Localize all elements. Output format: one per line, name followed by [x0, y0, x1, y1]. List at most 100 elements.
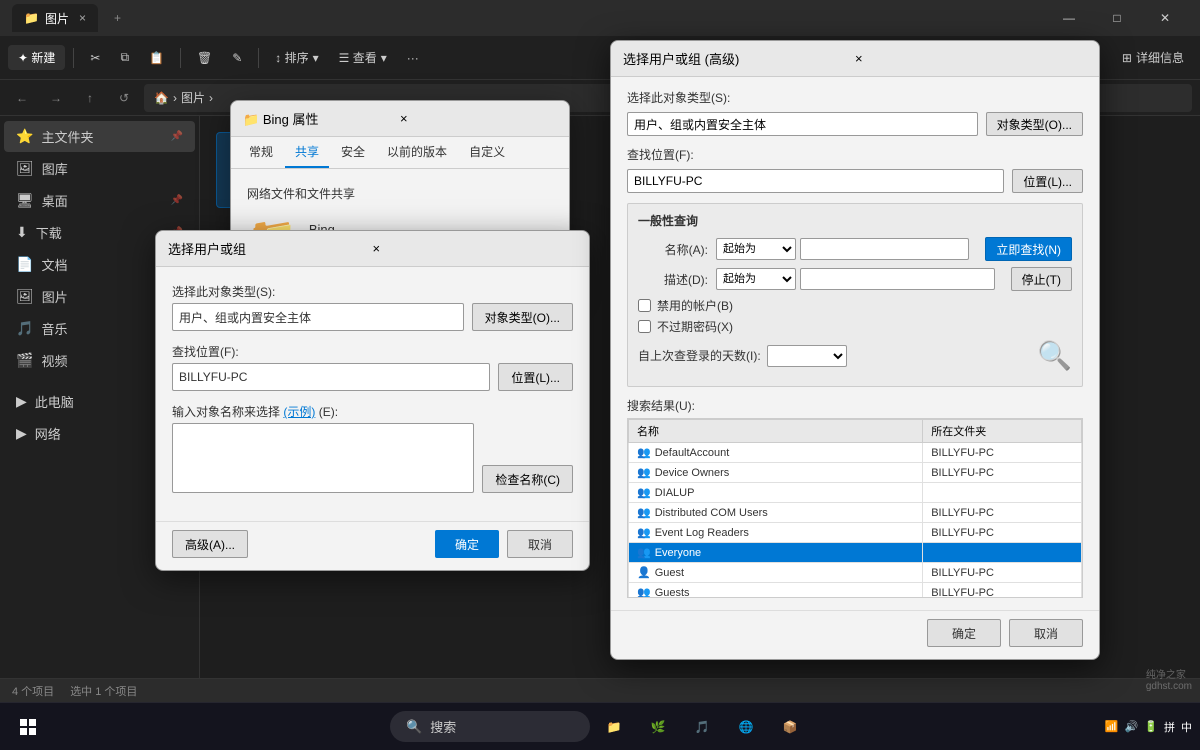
- adv-body: 选择此对象类型(S): 对象类型(O)... 查找位置(F): 位置(L)...…: [611, 77, 1099, 610]
- adv-name-label: 名称(A):: [638, 241, 708, 258]
- row-icon: 👤: [637, 567, 651, 579]
- results-table: 名称 所在文件夹 👥DefaultAccount BILLYFU-PC 👥Dev…: [628, 419, 1082, 598]
- obj-type-split: 对象类型(O)...: [172, 303, 573, 331]
- ime-indicator: 中: [1181, 719, 1192, 735]
- bing-props-tabs: 常规 共享 安全 以前的版本 自定义: [231, 137, 569, 169]
- adv-location-btn[interactable]: 位置(L)...: [1012, 169, 1083, 193]
- enter-name-row: 输入对象名称来选择 (示例) (E): 检查名称(C): [172, 403, 573, 493]
- table-row[interactable]: 👤Guest BILLYFU-PC: [629, 563, 1082, 583]
- su-ok-btn[interactable]: 确定: [435, 530, 499, 558]
- col-name: 名称: [629, 420, 923, 443]
- select-user-title: 选择用户或组: [168, 239, 373, 258]
- table-row[interactable]: 👥Everyone: [629, 543, 1082, 563]
- days-label: 自上次查登录的天数(I):: [638, 347, 761, 364]
- taskbar-app-explorer[interactable]: 📁: [594, 707, 634, 747]
- location-split: 位置(L)...: [172, 363, 573, 391]
- location-row: 查找位置(F): 位置(L)...: [172, 343, 573, 391]
- adv-name-input[interactable]: [800, 238, 969, 260]
- select-user-body: 选择此对象类型(S): 对象类型(O)... 查找位置(F): 位置(L)...…: [156, 267, 589, 521]
- enter-name-textarea[interactable]: [172, 423, 474, 493]
- table-row[interactable]: 👥DIALUP: [629, 483, 1082, 503]
- taskbar-right: 📶 🔊 🔋 拼 中: [1105, 719, 1192, 735]
- adv-location-row: 位置(L)...: [627, 169, 1083, 193]
- obj-type-label: 选择此对象类型(S):: [172, 283, 573, 300]
- dialog-overlay: 📁 Bing 属性 × 常规 共享 安全 以前的版本 自定义 网络文件和文件共享…: [0, 0, 1200, 702]
- select-user-footer: 高级(A)... 确定 取消: [156, 521, 589, 570]
- advanced-btn[interactable]: 高级(A)...: [172, 530, 248, 558]
- adv-name-filter[interactable]: 起始为 包含: [716, 238, 796, 260]
- noexpiry-checkbox[interactable]: [638, 320, 651, 333]
- adv-location-input[interactable]: [627, 169, 1004, 193]
- select-user-close-btn[interactable]: ×: [373, 241, 578, 256]
- row-icon: 👥: [637, 467, 651, 479]
- row-icon: 👥: [637, 507, 651, 519]
- search-placeholder: 搜索: [430, 717, 456, 736]
- adv-name-filter-row: 起始为 包含: [716, 238, 969, 260]
- obj-type-btn[interactable]: 对象类型(O)...: [472, 303, 573, 331]
- adv-desc-input[interactable]: [800, 268, 995, 290]
- location-label: 查找位置(F):: [172, 343, 573, 360]
- example-link[interactable]: (示例): [283, 405, 315, 419]
- adv-dialog-titlebar: 选择用户或组 (高级) ×: [611, 41, 1099, 77]
- enter-name-split: 检查名称(C): [172, 423, 573, 493]
- adv-desc-row: 描述(D): 起始为 包含 停止(T): [638, 267, 1072, 291]
- taskbar-app-4[interactable]: 📦: [770, 707, 810, 747]
- sharing-section-title: 网络文件和文件共享: [247, 185, 553, 202]
- tab-custom[interactable]: 自定义: [459, 137, 515, 168]
- adv-obj-type-btn[interactable]: 对象类型(O)...: [986, 112, 1083, 136]
- su-cancel-btn[interactable]: 取消: [507, 530, 573, 558]
- location-input[interactable]: [172, 363, 490, 391]
- adv-desc-filter[interactable]: 起始为 包含: [716, 268, 796, 290]
- adv-desc-filter-row: 起始为 包含: [716, 268, 995, 290]
- search-icon: 🔍: [406, 719, 422, 735]
- disabled-checkbox[interactable]: [638, 299, 651, 312]
- adv-location-label: 查找位置(F):: [627, 146, 1083, 163]
- bing-props-title: 📁 Bing 属性: [243, 109, 400, 128]
- volume-tray-icon: 🔊: [1125, 720, 1139, 733]
- adv-days-row: 自上次查登录的天数(I): 🔍: [638, 339, 1072, 372]
- table-row[interactable]: 👥Distributed COM Users BILLYFU-PC: [629, 503, 1082, 523]
- adv-select-dialog: 选择用户或组 (高级) × 选择此对象类型(S): 对象类型(O)... 查找位…: [610, 40, 1100, 660]
- tab-general[interactable]: 常规: [239, 137, 283, 168]
- row-icon: 👥: [637, 447, 651, 459]
- tab-previous[interactable]: 以前的版本: [377, 137, 457, 168]
- search-anim-icon: 🔍: [1037, 340, 1072, 371]
- tab-sharing[interactable]: 共享: [285, 137, 329, 168]
- table-row[interactable]: 👥DefaultAccount BILLYFU-PC: [629, 443, 1082, 463]
- adv-disabled-row: 禁用的帐户(B): [638, 297, 1072, 314]
- adv-ok-btn[interactable]: 确定: [927, 619, 1001, 647]
- stop-btn[interactable]: 停止(T): [1011, 267, 1072, 291]
- adv-desc-label: 描述(D):: [638, 271, 708, 288]
- taskbar-app-1[interactable]: 🌿: [638, 707, 678, 747]
- row-icon: 👥: [637, 587, 651, 598]
- bing-props-titlebar: 📁 Bing 属性 ×: [231, 101, 569, 137]
- table-row[interactable]: 👥Device Owners BILLYFU-PC: [629, 463, 1082, 483]
- select-user-titlebar: 选择用户或组 ×: [156, 231, 589, 267]
- enter-name-label: 输入对象名称来选择 (示例) (E):: [172, 403, 573, 420]
- network-tray-icon: 📶: [1105, 720, 1119, 733]
- adv-dialog-close-btn[interactable]: ×: [855, 51, 1087, 66]
- check-names-btn[interactable]: 检查名称(C): [482, 465, 573, 493]
- row-icon: 👥: [637, 547, 651, 559]
- start-btn[interactable]: [8, 707, 48, 747]
- table-row[interactable]: 👥Guests BILLYFU-PC: [629, 583, 1082, 599]
- location-btn[interactable]: 位置(L)...: [498, 363, 573, 391]
- tab-security[interactable]: 安全: [331, 137, 375, 168]
- row-icon: 👥: [637, 527, 651, 539]
- taskbar-left: [0, 707, 56, 747]
- taskbar-search[interactable]: 🔍 搜索: [390, 711, 590, 742]
- row-icon: 👥: [637, 487, 651, 499]
- results-table-container[interactable]: 名称 所在文件夹 👥DefaultAccount BILLYFU-PC 👥Dev…: [627, 418, 1083, 598]
- taskbar-time: 拼: [1164, 719, 1175, 735]
- find-now-btn[interactable]: 立即查找(N): [985, 237, 1072, 261]
- days-select[interactable]: [767, 345, 847, 367]
- taskbar-app-3[interactable]: 🌐: [726, 707, 766, 747]
- table-row[interactable]: 👥Event Log Readers BILLYFU-PC: [629, 523, 1082, 543]
- bing-props-close-btn[interactable]: ×: [400, 111, 557, 126]
- obj-type-input[interactable]: [172, 303, 464, 331]
- adv-obj-type-input[interactable]: [627, 112, 978, 136]
- adv-general-section: 一般性查询 名称(A): 起始为 包含 立即查找(N): [627, 203, 1083, 387]
- taskbar-app-2[interactable]: 🎵: [682, 707, 722, 747]
- disabled-label: 禁用的帐户(B): [657, 297, 733, 314]
- adv-cancel-btn[interactable]: 取消: [1009, 619, 1083, 647]
